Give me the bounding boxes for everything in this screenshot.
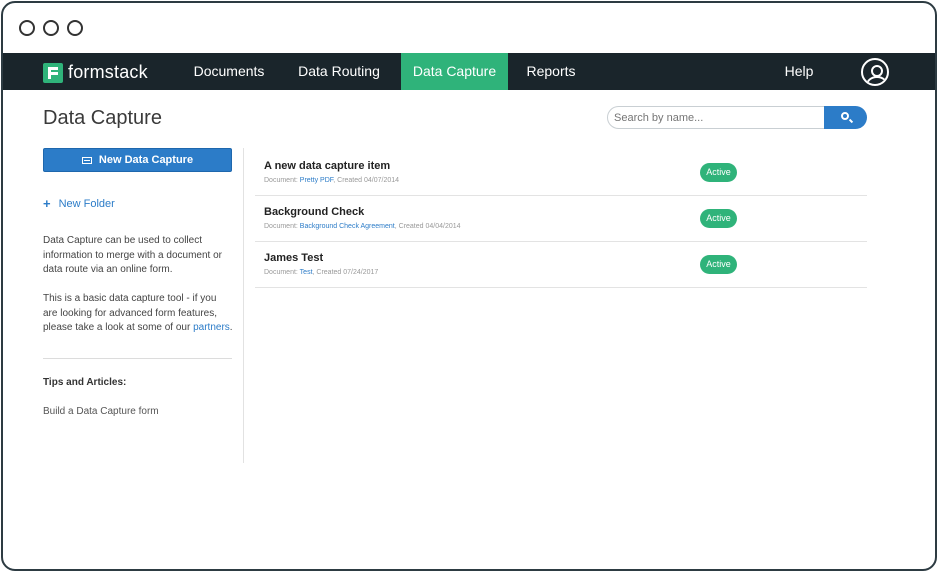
- item-meta: Document: Pretty PDF, Created 04/07/2014: [264, 177, 399, 184]
- item-title[interactable]: A new data capture item: [264, 160, 390, 172]
- window-dot-minimize[interactable]: [43, 20, 59, 36]
- list-item[interactable]: A new data capture item Document: Pretty…: [255, 150, 867, 196]
- list-item[interactable]: James Test Document: Test, Created 07/24…: [255, 242, 867, 288]
- window-controls: [19, 20, 83, 36]
- item-doc-prefix: Document:: [264, 223, 300, 230]
- item-title[interactable]: James Test: [264, 252, 323, 264]
- status-badge: Active: [700, 209, 737, 228]
- window-dot-close[interactable]: [19, 20, 35, 36]
- tips-heading: Tips and Articles:: [43, 377, 127, 388]
- formstack-logo[interactable]: formstack: [43, 62, 148, 83]
- partners-text-pre: This is a basic data capture tool - if y…: [43, 293, 217, 333]
- item-created: , Created 04/07/2014: [333, 177, 400, 184]
- nav-data-capture[interactable]: Data Capture: [401, 53, 508, 90]
- item-created: , Created 04/04/2014: [394, 223, 461, 230]
- nav-documents[interactable]: Documents: [179, 53, 279, 90]
- item-created: , Created 07/24/2017: [312, 269, 379, 276]
- search-button[interactable]: [824, 106, 867, 129]
- list-item[interactable]: Background Check Document: Background Ch…: [255, 196, 867, 242]
- sidebar-description: Data Capture can be used to collect info…: [43, 235, 222, 275]
- window-dot-maximize[interactable]: [67, 20, 83, 36]
- top-navbar: formstack Documents Data Routing Data Ca…: [3, 53, 935, 90]
- column-divider: [243, 148, 244, 463]
- nav-data-routing[interactable]: Data Routing: [286, 53, 392, 90]
- new-folder-label: New Folder: [58, 197, 115, 210]
- form-icon: [81, 156, 92, 164]
- item-doc-prefix: Document:: [264, 177, 300, 184]
- status-badge: Active: [700, 255, 737, 274]
- user-avatar-icon[interactable]: [861, 58, 889, 86]
- logo-text: formstack: [68, 62, 148, 82]
- sidebar-divider: [43, 358, 232, 359]
- browser-window: formstack Documents Data Routing Data Ca…: [1, 1, 937, 571]
- sidebar-partners-text: This is a basic data capture tool - if y…: [43, 292, 233, 336]
- new-data-capture-button[interactable]: New Data Capture: [43, 148, 232, 172]
- data-capture-list: A new data capture item Document: Pretty…: [255, 150, 867, 288]
- item-document-link[interactable]: Background Check Agreement: [300, 223, 395, 230]
- item-meta: Document: Test, Created 07/24/2017: [264, 269, 378, 276]
- item-document-link[interactable]: Pretty PDF: [300, 177, 333, 184]
- tips-article-link[interactable]: Build a Data Capture form: [43, 406, 159, 417]
- new-data-capture-label: New Data Capture: [98, 154, 194, 166]
- item-title[interactable]: Background Check: [264, 206, 364, 218]
- formstack-logo-icon: [43, 62, 63, 83]
- search-input[interactable]: [607, 106, 825, 129]
- nav-reports[interactable]: Reports: [515, 53, 587, 90]
- page-title: Data Capture: [43, 107, 162, 129]
- partners-text-post: .: [229, 322, 233, 333]
- item-meta: Document: Background Check Agreement, Cr…: [264, 223, 461, 230]
- item-doc-prefix: Document:: [264, 269, 300, 276]
- item-document-link[interactable]: Test: [300, 269, 313, 276]
- search-icon: [841, 112, 849, 120]
- plus-icon: +: [43, 196, 51, 211]
- new-folder-link[interactable]: + New Folder: [43, 196, 115, 211]
- nav-help[interactable]: Help: [771, 53, 827, 90]
- status-badge: Active: [700, 163, 737, 182]
- partners-link[interactable]: partners: [193, 322, 230, 333]
